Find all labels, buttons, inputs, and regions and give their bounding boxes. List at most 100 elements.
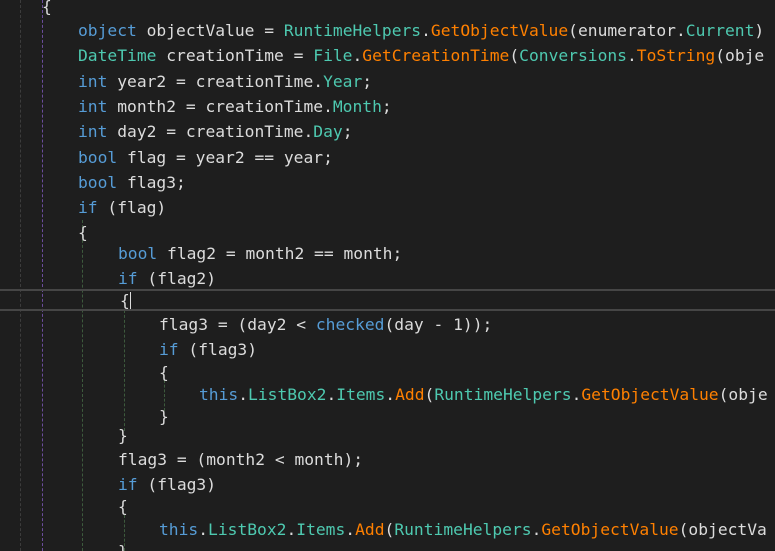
- code-token: .: [421, 21, 431, 40]
- code-token: if: [118, 269, 138, 288]
- code-token: .: [286, 520, 297, 539]
- code-line[interactable]: int year2 = creationTime.Year;: [78, 71, 372, 93]
- code-line[interactable]: {: [159, 362, 169, 384]
- code-token: (flag3): [137, 475, 217, 494]
- code-token: flag = year2 == year;: [117, 148, 333, 167]
- code-token: (day - 1));: [384, 315, 493, 334]
- code-token: ListBox2: [248, 385, 327, 404]
- code-line[interactable]: bool flag = year2 == year;: [78, 147, 333, 169]
- code-line[interactable]: this.ListBox2.Items.Add(RuntimeHelpers.G…: [199, 384, 768, 406]
- code-token: .: [531, 520, 542, 539]
- code-token: RuntimeHelpers: [394, 520, 532, 539]
- code-token: Year: [323, 72, 363, 91]
- code-editor[interactable]: {object objectValue = RuntimeHelpers.Get…: [0, 0, 775, 551]
- code-token: {: [118, 497, 128, 516]
- code-token: ListBox2: [208, 520, 287, 539]
- code-token: Day: [313, 122, 343, 141]
- code-token: (obje: [715, 46, 765, 65]
- code-token: {: [120, 291, 130, 310]
- code-line[interactable]: bool flag3;: [78, 172, 186, 194]
- code-token: {: [159, 363, 169, 382]
- code-token: {: [42, 0, 52, 16]
- code-token: this: [159, 520, 199, 539]
- code-line[interactable]: int day2 = creationTime.Day;: [78, 121, 353, 143]
- code-token: RuntimeHelpers: [434, 385, 572, 404]
- code-token: if: [118, 475, 138, 494]
- code-line[interactable]: }: [118, 541, 128, 551]
- code-token: int: [78, 97, 108, 116]
- code-line[interactable]: if (flag3): [118, 474, 216, 496]
- code-token: bool: [78, 173, 118, 192]
- code-line[interactable]: int month2 = creationTime.Month;: [78, 96, 392, 118]
- code-token: this: [199, 385, 239, 404]
- code-token: .: [326, 385, 337, 404]
- code-token: ;: [362, 72, 373, 91]
- code-token: .: [385, 385, 396, 404]
- code-line[interactable]: if (flag): [78, 197, 166, 219]
- code-line[interactable]: {: [42, 0, 52, 18]
- code-line[interactable]: this.ListBox2.Items.Add(RuntimeHelpers.G…: [159, 519, 767, 541]
- code-token: flag3 = (month2 < month);: [118, 450, 364, 469]
- code-token: RuntimeHelpers: [283, 21, 422, 40]
- code-line[interactable]: DateTime creationTime = File.GetCreation…: [78, 45, 764, 67]
- code-token: {: [78, 223, 88, 242]
- code-token: month2 = creationTime.: [107, 97, 333, 116]
- code-token: GetObjectValue: [581, 385, 719, 404]
- code-token: Add: [395, 385, 425, 404]
- code-token: int: [78, 122, 108, 141]
- code-token: bool: [78, 148, 118, 167]
- code-token: flag2 = month2 == month;: [157, 244, 403, 263]
- code-token: .: [571, 385, 582, 404]
- code-line[interactable]: {: [120, 290, 131, 312]
- code-token: Current: [685, 21, 755, 40]
- code-token: File: [313, 46, 353, 65]
- code-token: (flag3): [178, 340, 258, 359]
- indent-guide: [20, 0, 21, 551]
- code-token: checked: [315, 315, 385, 334]
- code-token: Items: [296, 520, 346, 539]
- code-token: (flag2): [137, 269, 217, 288]
- code-token: (: [424, 385, 435, 404]
- code-token: (: [509, 46, 520, 65]
- code-line[interactable]: bool flag2 = month2 == month;: [118, 243, 402, 265]
- code-token: (objectVa: [678, 520, 767, 539]
- code-token: Items: [336, 385, 386, 404]
- code-token: ): [754, 21, 765, 40]
- indent-guide: [42, 0, 43, 551]
- code-token: Add: [355, 520, 385, 539]
- code-token: if: [78, 198, 98, 217]
- code-token: object: [78, 21, 137, 40]
- code-token: Month: [332, 97, 382, 116]
- code-line[interactable]: flag3 = (month2 < month);: [118, 449, 363, 471]
- code-token: ToString: [636, 46, 716, 65]
- code-token: .: [626, 46, 637, 65]
- code-token: }: [159, 407, 169, 426]
- code-token: (enumerator.: [568, 21, 686, 40]
- code-token: (obje: [718, 385, 768, 404]
- code-token: Conversions: [519, 46, 627, 65]
- code-token: objectValue =: [136, 21, 284, 40]
- code-line[interactable]: {: [78, 222, 88, 244]
- code-line[interactable]: {: [118, 496, 128, 518]
- code-token: (flag): [97, 198, 167, 217]
- code-token: .: [345, 520, 356, 539]
- code-token: if: [159, 340, 179, 359]
- code-token: year2 = creationTime.: [107, 72, 324, 91]
- code-token: day2 = creationTime.: [107, 122, 314, 141]
- code-token: .: [198, 520, 209, 539]
- code-line[interactable]: }: [118, 425, 128, 447]
- code-token: flag3;: [117, 173, 186, 192]
- code-token: int: [78, 72, 108, 91]
- code-line[interactable]: object objectValue = RuntimeHelpers.GetO…: [78, 20, 764, 42]
- code-line[interactable]: if (flag3): [159, 339, 257, 361]
- code-token: }: [118, 426, 128, 445]
- code-token: .: [352, 46, 363, 65]
- code-token: .: [238, 385, 249, 404]
- code-token: flag3 = (day2 <: [159, 315, 316, 334]
- indent-guide: [124, 310, 125, 431]
- code-token: ;: [381, 97, 392, 116]
- indent-guide: [82, 220, 83, 551]
- code-line[interactable]: flag3 = (day2 < checked(day - 1));: [159, 314, 492, 336]
- code-line[interactable]: }: [159, 406, 169, 428]
- code-line[interactable]: if (flag2): [118, 268, 216, 290]
